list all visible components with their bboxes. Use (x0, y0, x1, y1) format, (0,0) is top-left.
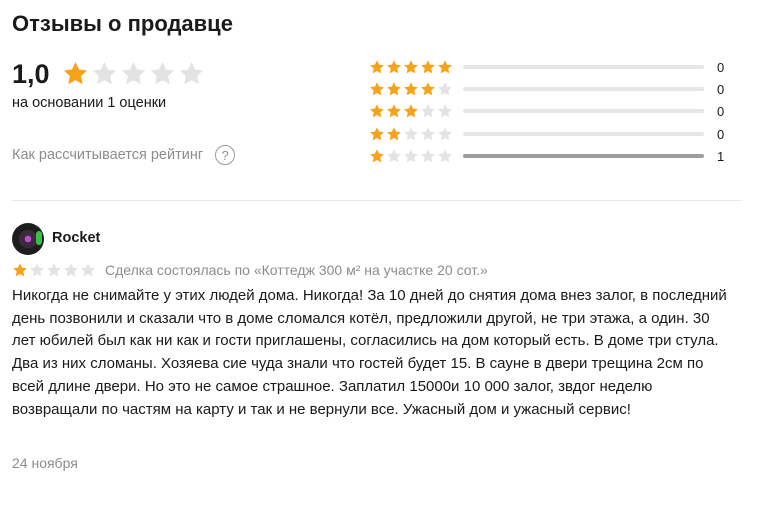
distribution-stars (369, 148, 455, 164)
star-filled-icon (370, 127, 384, 141)
average-rating-stars (62, 60, 205, 87)
star-empty-icon (92, 62, 117, 85)
star-empty-icon (404, 149, 418, 163)
rating-basis: на основании 1 оценки (12, 95, 167, 111)
star-empty-icon (404, 127, 418, 141)
star-filled-icon (404, 60, 418, 74)
distribution-stars (369, 126, 455, 142)
star-filled-icon (13, 263, 27, 277)
review-deal-info: Сделка состоялась по «Коттедж 300 м² на … (105, 262, 488, 278)
star-empty-icon (387, 149, 401, 163)
star-filled-icon (421, 60, 435, 74)
question-circle-icon[interactable]: ? (215, 145, 236, 165)
star-filled-icon (387, 60, 401, 74)
star-filled-icon (387, 127, 401, 141)
review-date: 24 ноября (12, 455, 78, 471)
review-stars (12, 262, 96, 278)
distribution-stars (369, 81, 455, 97)
page-title: Отзывы о продавце (12, 11, 233, 36)
distribution-row: 0 (369, 80, 749, 98)
star-filled-icon (404, 82, 418, 96)
distribution-count: 0 (717, 60, 725, 75)
distribution-count: 0 (717, 127, 725, 142)
distribution-bar (463, 154, 704, 158)
star-filled-icon (438, 60, 452, 74)
star-filled-icon (370, 104, 384, 118)
star-empty-icon (150, 62, 175, 85)
distribution-bar (463, 109, 704, 113)
distribution-row: 1 (369, 147, 749, 165)
star-empty-icon (121, 62, 146, 85)
divider (12, 200, 741, 201)
how-rating-calculated-link[interactable]: Как рассчитывается рейтинг ? (12, 145, 236, 165)
star-empty-icon (30, 263, 44, 277)
distribution-count: 1 (717, 149, 725, 164)
star-filled-icon (370, 60, 384, 74)
star-empty-icon (47, 263, 61, 277)
star-filled-icon (387, 82, 401, 96)
star-empty-icon (438, 82, 452, 96)
distribution-stars (369, 103, 455, 119)
distribution-bar (463, 87, 704, 91)
distribution-bar (463, 65, 704, 69)
star-filled-icon (370, 82, 384, 96)
review-text: Никогда не снимайте у этих людей дома. Н… (12, 287, 727, 418)
star-filled-icon (421, 82, 435, 96)
star-empty-icon (421, 127, 435, 141)
distribution-row: 0 (369, 102, 749, 120)
star-filled-icon (63, 62, 88, 85)
star-filled-icon (370, 149, 384, 163)
star-empty-icon (64, 263, 78, 277)
star-empty-icon (421, 104, 435, 118)
distribution-row: 0 (369, 125, 749, 143)
star-empty-icon (421, 149, 435, 163)
star-empty-icon (81, 263, 95, 277)
average-rating: 1,0 (12, 59, 50, 89)
distribution-bar (463, 132, 704, 136)
distribution-bar-fill (463, 154, 704, 158)
star-filled-icon (404, 104, 418, 118)
star-filled-icon (387, 104, 401, 118)
star-empty-icon (438, 104, 452, 118)
distribution-count: 0 (717, 104, 725, 119)
distribution-row: 0 (369, 58, 749, 76)
star-empty-icon (438, 127, 452, 141)
star-empty-icon (179, 62, 204, 85)
how-rating-calculated-label: Как рассчитывается рейтинг (12, 147, 204, 163)
distribution-count: 0 (717, 82, 725, 97)
star-empty-icon (438, 149, 452, 163)
user-avatar[interactable] (12, 223, 44, 255)
review-author[interactable]: Rocket (52, 230, 100, 246)
distribution-stars (369, 59, 455, 75)
